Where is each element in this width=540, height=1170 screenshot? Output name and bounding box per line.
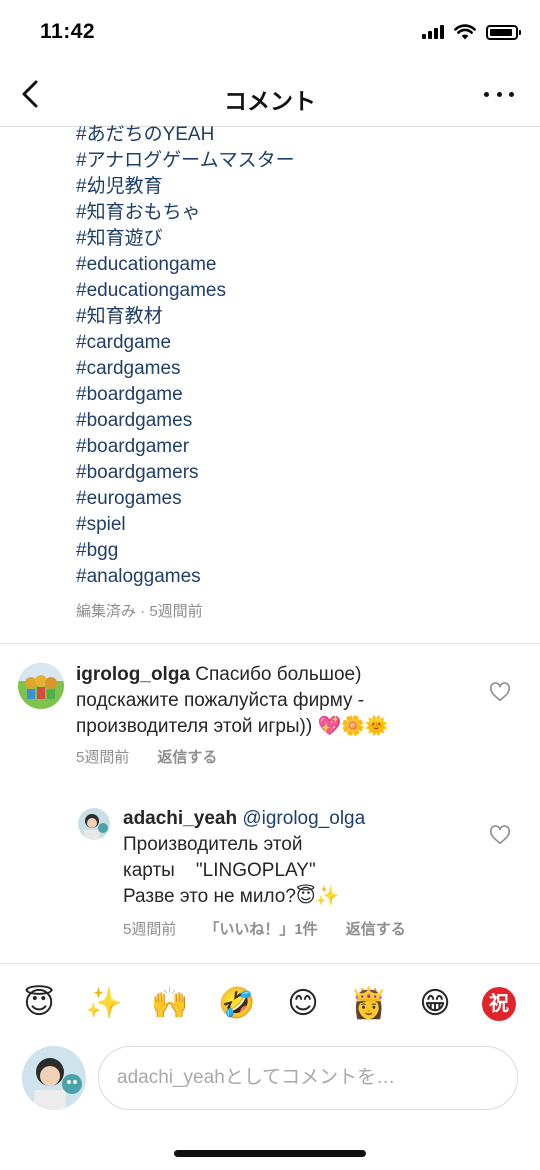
caption-meta: 編集済み · 5週間前: [76, 603, 203, 620]
emoji-button-raising-hands[interactable]: 🙌: [150, 984, 190, 1024]
emoji-button-congratulations[interactable]: 祝: [479, 984, 519, 1024]
emoji-button-rofl[interactable]: 🤣: [217, 984, 257, 1024]
hashtag-link[interactable]: #cardgame: [76, 330, 516, 356]
nav-header: コメント: [0, 64, 540, 127]
status-icons: [422, 24, 521, 40]
battery-icon: [486, 24, 521, 40]
hashtag-link[interactable]: #spiel: [76, 512, 516, 538]
hashtag-link[interactable]: #アナログゲームマスター: [76, 148, 516, 174]
hashtag-link[interactable]: #boardgames: [76, 408, 516, 434]
comment-username[interactable]: adachi_yeah: [123, 808, 237, 829]
divider: [0, 643, 540, 644]
hashtag-link[interactable]: #boardgame: [76, 382, 516, 408]
comment-text: Спасибо большое): [195, 664, 362, 685]
comment-body: adachi_yeah @igrolog_olga Производитель …: [123, 806, 473, 910]
likes-count[interactable]: 「いいね！」1件: [204, 918, 317, 939]
heart-outline-icon[interactable]: [489, 682, 511, 702]
hashtag-link[interactable]: #あだちのYEAH: [76, 122, 516, 148]
reply-button[interactable]: 返信する: [346, 918, 406, 939]
comment-text: карты "LINGOPLAY": [123, 860, 316, 881]
avatar-image: [18, 663, 64, 709]
comment-emojis: 😇✨: [295, 886, 340, 907]
status-time: 11:42: [40, 20, 96, 43]
comment-emojis: 💖🌼🌞: [317, 716, 389, 737]
hashtag-link[interactable]: #boardgamer: [76, 434, 516, 460]
emoji-button-grinning[interactable]: 😁: [415, 984, 455, 1024]
battery-level: [490, 28, 512, 36]
comment-time: 5週間前: [123, 921, 177, 938]
home-indicator: [174, 1150, 366, 1157]
hashtag-link[interactable]: #analoggames: [76, 564, 516, 590]
avatar[interactable]: [78, 808, 110, 840]
cellular-signal-icon: [422, 25, 444, 39]
hashtag-link[interactable]: #知育おもちゃ: [76, 200, 516, 226]
heart-outline-icon[interactable]: [489, 825, 511, 845]
emoji-button-sparkles[interactable]: ✨: [84, 984, 124, 1024]
comment-username[interactable]: igrolog_olga: [76, 664, 190, 685]
comment-input[interactable]: [98, 1046, 518, 1110]
hashtag-link[interactable]: #bgg: [76, 538, 516, 564]
caption-hashtags: #あだちのYEAH #アナログゲームマスター #幼児教育 #知育おもちゃ #知育…: [76, 122, 516, 590]
comment-time: 5週間前: [76, 749, 130, 766]
hashtag-link[interactable]: #boardgamers: [76, 460, 516, 486]
comment-text: Производитель этой: [123, 834, 303, 855]
comment-body: igrolog_olga Спасибо большое) подскажите…: [76, 662, 476, 740]
reply-button[interactable]: 返信する: [157, 746, 217, 767]
mention-link[interactable]: @igrolog_olga: [242, 808, 365, 829]
avatar: [22, 1046, 86, 1110]
avatar[interactable]: [18, 663, 64, 709]
comment-text: производителя этой игры)): [76, 716, 313, 737]
hashtag-link[interactable]: #eurogames: [76, 486, 516, 512]
hashtag-link[interactable]: #知育教材: [76, 304, 516, 330]
more-horizontal-icon: [484, 91, 489, 97]
avatar-image: [22, 1046, 86, 1110]
hashtag-link[interactable]: #cardgames: [76, 356, 516, 382]
comment-text: Разве это не мило?: [123, 886, 296, 907]
comment-meta: 5週間前 「いいね！」1件 返信する: [123, 918, 406, 939]
wifi-icon: [454, 24, 476, 40]
hashtag-link[interactable]: #educationgame: [76, 252, 516, 278]
emoji-quick-bar: 😇 ✨ 🙌 🤣 😊 👸 😁 祝: [0, 963, 540, 1041]
emoji-button-smiling-halo[interactable]: 😇: [19, 984, 59, 1024]
page-title: コメント: [224, 88, 316, 114]
hashtag-link[interactable]: #幼児教育: [76, 174, 516, 200]
comment-meta: 5週間前 返信する: [76, 746, 217, 767]
avatar-image: [78, 808, 110, 840]
hashtag-link[interactable]: #educationgames: [76, 278, 516, 304]
emoji-button-princess[interactable]: 👸: [349, 984, 389, 1024]
comment-text: подскажите пожалуйста фирму -: [76, 690, 365, 711]
status-bar: 11:42: [0, 0, 540, 64]
more-options-button[interactable]: [484, 82, 514, 106]
emoji-button-smiling-face[interactable]: 😊: [283, 984, 323, 1024]
congratulations-icon: 祝: [482, 987, 516, 1021]
hashtag-link[interactable]: #知育遊び: [76, 226, 516, 252]
